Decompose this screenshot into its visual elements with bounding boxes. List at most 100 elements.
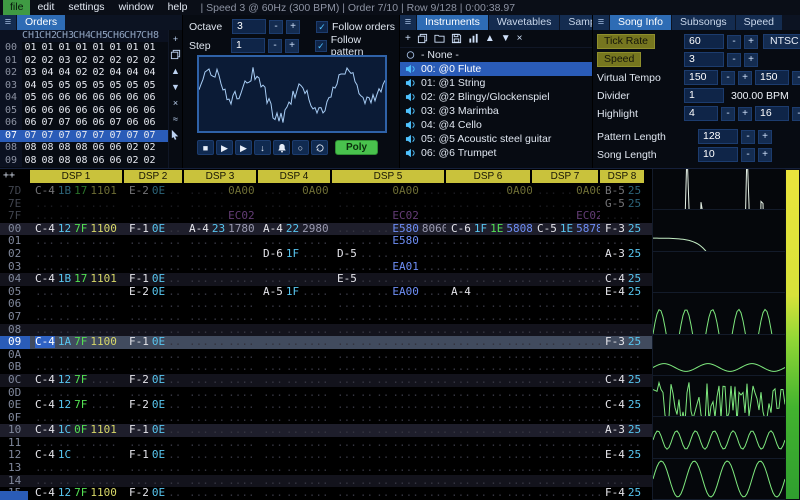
instrument-save-button[interactable]	[451, 33, 462, 44]
follow-orders-checkbox[interactable]: ✓ Follow orders	[315, 20, 395, 33]
tab-samples[interactable]: Samples	[560, 15, 592, 30]
highlight-first-decrement-button[interactable]: -	[721, 106, 735, 121]
pattern-row[interactable]: 0D......................................…	[0, 386, 652, 400]
channel-header[interactable]: DSP 3	[184, 170, 256, 183]
pattern-row[interactable]: 0E C-4 12 7F.... F-2 0E......................…	[0, 398, 652, 412]
order-row[interactable]: 01 02 02 03 02 02 02 02 02	[0, 54, 168, 67]
orders-menu-icon[interactable]: ≡	[0, 15, 16, 30]
instruments-menu-icon[interactable]: ≡	[400, 15, 416, 30]
order-move-up-button[interactable]: ▲	[170, 65, 182, 77]
highlight-first-input[interactable]: 4	[684, 106, 718, 121]
song-length-decrement-button[interactable]: -	[741, 147, 755, 162]
order-row[interactable]: 02 03 04 04 02 02 04 04 04	[0, 67, 168, 80]
pattern-row[interactable]: 09 C-4 1A 7F 1100 F-1 0E......................…	[0, 336, 652, 349]
speed-increment-button[interactable]: +	[744, 52, 758, 67]
channel-header[interactable]: DSP 7	[532, 170, 598, 183]
highlight-second-decrement-button[interactable]: -	[792, 106, 800, 121]
order-edit-mode-icon[interactable]	[170, 129, 182, 141]
pattern-row[interactable]: 7F....................... EC02...........…	[0, 210, 652, 223]
instrument-item[interactable]: 02: @2 Blingy/Glockenspiel	[400, 90, 592, 104]
channel-header[interactable]: DSP 2	[124, 170, 182, 183]
pattern-length-increment-button[interactable]: +	[758, 129, 772, 144]
pattern-row[interactable]: 7E......................................…	[0, 197, 652, 211]
metronome-button[interactable]	[273, 140, 290, 155]
pattern-length-input[interactable]: 128	[698, 129, 738, 144]
tab-song-info[interactable]: Song Info	[610, 15, 671, 30]
menu-settings[interactable]: settings	[61, 0, 111, 15]
tick-rate-increment-button[interactable]: +	[744, 34, 758, 49]
instrument-delete-button[interactable]: ×	[517, 33, 523, 45]
channel-header[interactable]: DSP 6	[446, 170, 530, 183]
tab-wavetables[interactable]: Wavetables	[488, 15, 560, 30]
instrument-open-button[interactable]	[434, 33, 445, 44]
order-add-button[interactable]: +	[170, 33, 182, 45]
stop-button[interactable]: ■	[197, 140, 214, 155]
channel-header[interactable]: DSP 4	[258, 170, 330, 183]
pattern-row[interactable]: 07......................................…	[0, 310, 652, 324]
virtual-tempo-num-increment-button[interactable]: +	[738, 70, 752, 85]
tab-speed[interactable]: Speed	[735, 15, 783, 30]
pattern-row[interactable]: 08......................................…	[0, 323, 652, 337]
menu-edit[interactable]: edit	[30, 0, 61, 15]
virtual-tempo-num-input[interactable]: 150	[684, 70, 718, 85]
pattern-row[interactable]: 04 C-4 1B 17 1101 F-1 0E.................... E-…	[0, 273, 652, 286]
pattern-row[interactable]: 02........................... D-6 1F.... D-…	[0, 247, 652, 261]
order-row[interactable]: 06 06 07 07 06 06 07 06 06	[0, 117, 168, 130]
pattern-row[interactable]: 03......................................…	[0, 260, 652, 274]
pattern-row[interactable]: 06......................................…	[0, 298, 652, 311]
divider-input[interactable]: 1	[684, 88, 724, 103]
instrument-item[interactable]: 03: @3 Marimba	[400, 104, 592, 118]
pattern-row[interactable]: 11......................................…	[0, 436, 652, 450]
pattern-row[interactable]: 0B......................................…	[0, 361, 652, 374]
channel-header[interactable]: DSP 5	[332, 170, 444, 183]
instrument-item[interactable]: 04: @4 Cello	[400, 118, 592, 132]
play-pattern-button[interactable]: ▶	[235, 140, 252, 155]
pattern-row[interactable]: 01......................................…	[0, 235, 652, 248]
follow-pattern-checkbox[interactable]: ✓ Follow pattern	[315, 34, 395, 58]
instrument-item[interactable]: 01: @1 String	[400, 76, 592, 90]
tab-subsongs[interactable]: Subsongs	[671, 15, 735, 30]
order-remove-button[interactable]: ×	[170, 97, 182, 109]
tick-rate-input[interactable]: 60	[684, 34, 724, 49]
ntsc-button[interactable]: NTSC	[763, 34, 800, 49]
order-row[interactable]: 03 04 05 05 05 05 05 05 05	[0, 79, 168, 92]
pattern-corner[interactable]: ++	[0, 169, 30, 184]
song-length-input[interactable]: 10	[698, 147, 738, 162]
channel-header[interactable]: DSP 8	[600, 170, 644, 183]
instrument-add-button[interactable]: +	[405, 33, 411, 45]
song-length-increment-button[interactable]: +	[758, 147, 772, 162]
virtual-tempo-den-input[interactable]: 150	[755, 70, 789, 85]
step-decrement-button[interactable]: -	[268, 38, 283, 53]
pattern-row[interactable]: 0F......................................…	[0, 411, 652, 425]
order-row[interactable]: 07 07 07 07 07 07 07 07 07	[0, 129, 168, 142]
octave-increment-button[interactable]: +	[285, 19, 300, 34]
tab-orders[interactable]: Orders	[17, 15, 66, 30]
record-button[interactable]: ○	[292, 140, 309, 155]
order-row[interactable]: 04 05 06 06 06 06 06 06 06	[0, 92, 168, 105]
instrument-duplicate-button[interactable]	[417, 33, 428, 44]
order-row[interactable]: 00 01 01 01 01 01 01 01 01	[0, 42, 168, 55]
pattern-row[interactable]: 13......................................…	[0, 461, 652, 475]
channel-header[interactable]: DSP 1	[30, 170, 122, 183]
octave-decrement-button[interactable]: -	[268, 19, 283, 34]
tab-instruments[interactable]: Instruments	[417, 15, 488, 30]
tick-rate-decrement-button[interactable]: -	[727, 34, 741, 49]
repeat-button[interactable]	[311, 140, 328, 155]
instrument-item[interactable]: 05: @5 Acoustic steel guitar	[400, 132, 592, 146]
pattern-row[interactable]: 05........... E-2 0E........... A-5 1F......…	[0, 285, 652, 299]
horizontal-scrollbar-thumb[interactable]	[0, 491, 28, 500]
instrument-move-down-button[interactable]: ▼	[501, 33, 511, 45]
instrument-move-up-button[interactable]: ▲	[485, 33, 495, 45]
menu-window[interactable]: window	[112, 0, 161, 15]
play-button[interactable]: ▶	[216, 140, 233, 155]
virtual-tempo-den-decrement-button[interactable]: -	[792, 70, 800, 85]
pattern-row[interactable]: 00 C-4 12 7F 1100 F-1 0E.. A-4 23 1780 A-4 22 2980..…	[0, 222, 652, 236]
speed-decrement-button[interactable]: -	[727, 52, 741, 67]
step-row-button[interactable]: ↓	[254, 140, 271, 155]
order-row[interactable]: 08 08 08 08 08 06 06 02 02	[0, 142, 168, 155]
instrument-organize-button[interactable]	[468, 33, 479, 44]
instrument-item[interactable]: 06: @6 Trumpet	[400, 146, 592, 160]
pattern-row[interactable]: 15C-4127F1100F-20E......................…	[0, 487, 652, 500]
pattern-length-decrement-button[interactable]: -	[741, 129, 755, 144]
pattern-row[interactable]: 0A......................................…	[0, 348, 652, 362]
